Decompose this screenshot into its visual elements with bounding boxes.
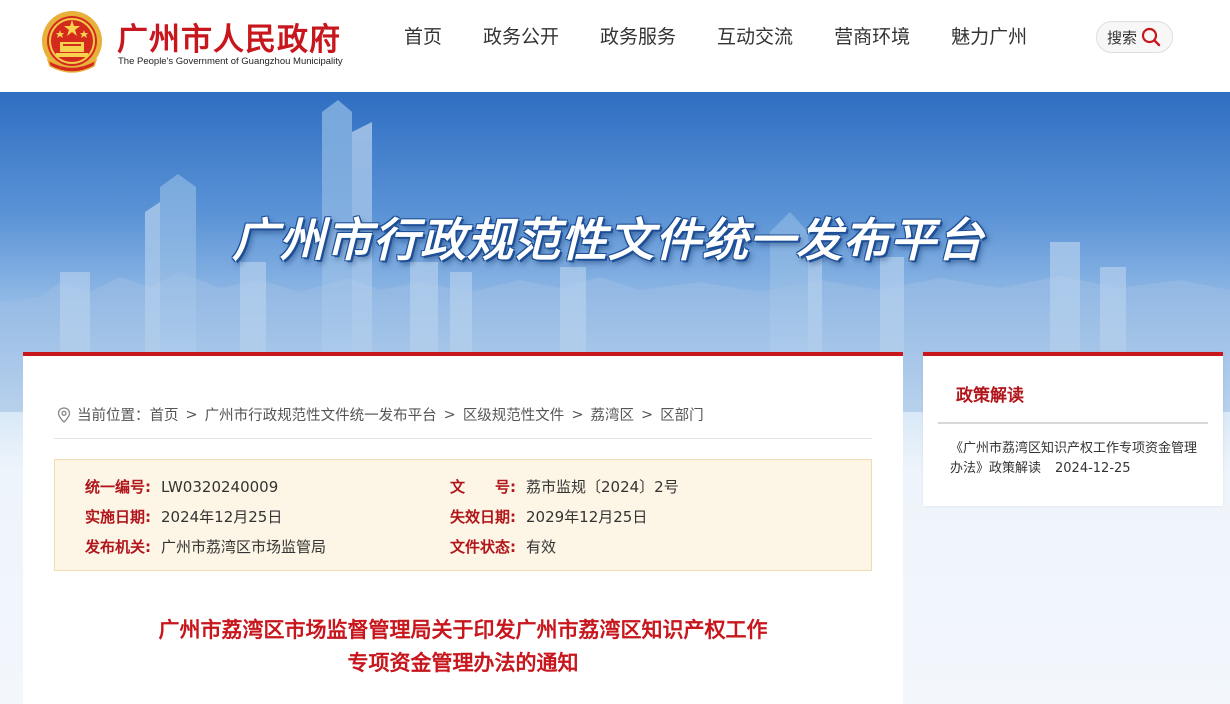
nav-home[interactable]: 首页 bbox=[404, 24, 442, 50]
breadcrumb-separator: > bbox=[640, 406, 654, 423]
issuer-value: 广州市荔湾区市场监管局 bbox=[161, 538, 327, 556]
policy-interpretation-link[interactable]: 《广州市荔湾区知识产权工作专项资金管理办法》政策解读 2024-12-25 bbox=[950, 439, 1202, 479]
issuer-label: 发布机关: bbox=[85, 538, 151, 556]
nav-business-environment[interactable]: 营商环境 bbox=[834, 24, 910, 50]
breadcrumb-platform[interactable]: 广州市行政规范性文件统一发布平台 bbox=[205, 404, 437, 425]
breadcrumb-separator: > bbox=[443, 406, 456, 423]
breadcrumb-district-docs[interactable]: 区级规范性文件 bbox=[463, 404, 565, 425]
status-label: 文件状态: bbox=[450, 538, 516, 556]
policy-interpretation-date: 2024-12-25 bbox=[1055, 461, 1131, 476]
effective-date-label: 实施日期: bbox=[85, 508, 151, 526]
nav-charm-guangzhou[interactable]: 魅力广州 bbox=[951, 24, 1027, 50]
breadcrumb-liwan[interactable]: 荔湾区 bbox=[590, 404, 634, 425]
status-value: 有效 bbox=[526, 538, 557, 556]
expiry-date-value: 2029年12月25日 bbox=[526, 508, 648, 526]
platform-title: 广州市行政规范性文件统一发布平台 bbox=[232, 213, 984, 267]
document-title: 广州市荔湾区市场监督管理局关于印发广州市荔湾区知识产权工作 专项资金管理办法的通… bbox=[23, 614, 903, 680]
site-header: 广州市人民政府 The People's Government of Guang… bbox=[0, 0, 1230, 92]
expiry-date-label: 失效日期: bbox=[450, 508, 516, 526]
nav-government-services[interactable]: 政务服务 bbox=[600, 24, 676, 50]
breadcrumb-prefix: 当前位置： bbox=[77, 408, 150, 424]
doc-number-value: 荔市监规〔2024〕2号 bbox=[526, 478, 679, 496]
site-name[interactable]: 广州市人民政府 bbox=[117, 14, 341, 59]
policy-interpretation-panel: 政策解读 《广州市荔湾区知识产权工作专项资金管理办法》政策解读 2024-12-2… bbox=[923, 352, 1223, 506]
document-info-box: 统一编号: LW0320240009 文 号: 荔市监规〔2024〕2号 实施日期:… bbox=[54, 459, 872, 571]
breadcrumb-separator: > bbox=[185, 406, 198, 423]
search-label: 搜索 bbox=[1107, 28, 1138, 47]
breadcrumb-divider bbox=[54, 438, 872, 439]
nav-government-affairs[interactable]: 政务公开 bbox=[483, 24, 559, 50]
side-panel-title: 政策解读 bbox=[956, 386, 1024, 406]
side-panel-divider bbox=[938, 422, 1208, 424]
search-icon bbox=[1141, 27, 1161, 47]
expiry-date-row: 失效日期: 2029年12月25日 bbox=[450, 506, 647, 527]
serial-label: 统一编号: bbox=[85, 478, 151, 496]
status-row: 文件状态: 有效 bbox=[450, 536, 556, 557]
effective-date-value: 2024年12月25日 bbox=[161, 508, 283, 526]
nav-interaction[interactable]: 互动交流 bbox=[717, 24, 793, 50]
breadcrumb-department[interactable]: 区部门 bbox=[660, 404, 704, 425]
issuer-row: 发布机关: 广州市荔湾区市场监管局 bbox=[85, 536, 326, 557]
national-emblem-icon[interactable] bbox=[38, 8, 106, 78]
breadcrumb-separator: > bbox=[571, 406, 584, 423]
document-title-line2: 专项资金管理办法的通知 bbox=[347, 651, 579, 675]
location-pin-icon bbox=[57, 406, 71, 423]
doc-number-row: 文 号: 荔市监规〔2024〕2号 bbox=[450, 476, 679, 497]
document-title-line1: 广州市荔湾区市场监督管理局关于印发广州市荔湾区知识产权工作 bbox=[158, 618, 768, 642]
search-button[interactable]: 搜索 bbox=[1096, 21, 1173, 53]
doc-number-label: 文 号: bbox=[450, 478, 516, 496]
serial-value: LW0320240009 bbox=[161, 478, 279, 496]
document-panel: 当前位置： 首页 > 广州市行政规范性文件统一发布平台 > 区级规范性文件 > … bbox=[23, 352, 903, 704]
breadcrumb: 当前位置： 首页 > 广州市行政规范性文件统一发布平台 > 区级规范性文件 > … bbox=[57, 404, 704, 425]
site-name-en: The People's Government of Guangzhou Mun… bbox=[118, 56, 343, 67]
serial-row: 统一编号: LW0320240009 bbox=[85, 476, 278, 497]
effective-date-row: 实施日期: 2024年12月25日 bbox=[85, 506, 282, 527]
main-nav: 首页 政务公开 政务服务 互动交流 营商环境 魅力广州 bbox=[404, 24, 1068, 50]
breadcrumb-home[interactable]: 首页 bbox=[150, 404, 179, 425]
